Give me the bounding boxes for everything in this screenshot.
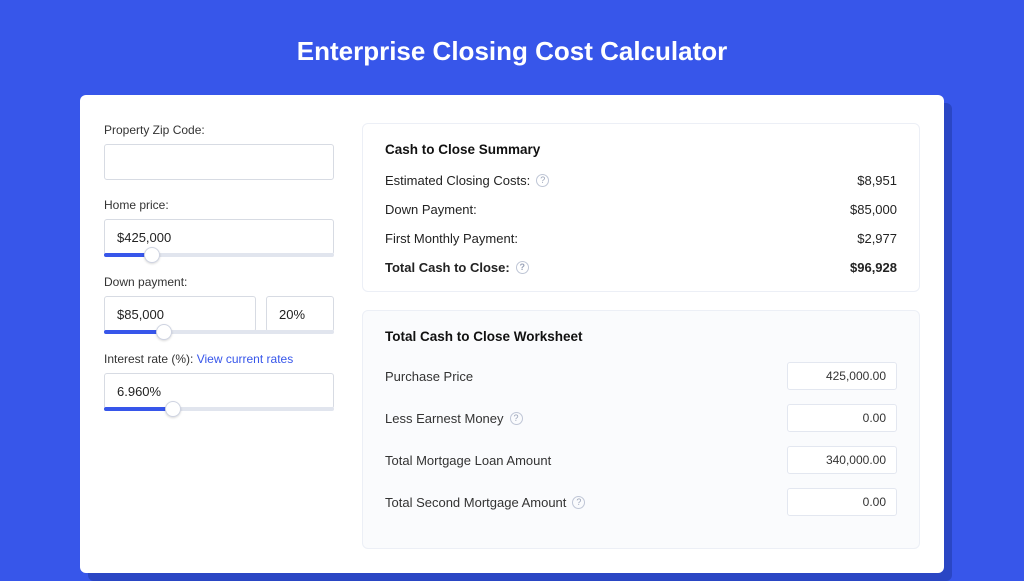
summary-row-first-payment-label-wrap: First Monthly Payment: [385, 231, 518, 246]
down-payment-row [104, 296, 334, 332]
interest-slider-thumb[interactable] [165, 401, 181, 417]
home-price-label: Home price: [104, 198, 334, 212]
inputs-column: Property Zip Code: Home price: Down paym… [104, 123, 334, 549]
calculator-panel: Property Zip Code: Home price: Down paym… [80, 95, 944, 573]
interest-label-row: Interest rate (%): View current rates [104, 352, 334, 366]
summary-row-down-label: Down Payment: [385, 202, 477, 217]
ws-purchase-input[interactable] [787, 362, 897, 390]
down-payment-label: Down payment: [104, 275, 334, 289]
summary-row-down-value: $85,000 [850, 202, 897, 217]
ws-row-earnest-label-wrap: Less Earnest Money ? [385, 411, 523, 426]
ws-row-purchase: Purchase Price [385, 362, 897, 390]
interest-input[interactable] [104, 373, 334, 409]
help-icon[interactable]: ? [516, 261, 529, 274]
summary-row-down-label-wrap: Down Payment: [385, 202, 477, 217]
home-price-input[interactable] [104, 219, 334, 255]
view-rates-link[interactable]: View current rates [197, 352, 294, 366]
summary-row-closing-label: Estimated Closing Costs: [385, 173, 530, 188]
interest-slider[interactable] [104, 407, 334, 411]
summary-row-total-label: Total Cash to Close: [385, 260, 510, 275]
summary-row-total-label-wrap: Total Cash to Close: ? [385, 260, 529, 275]
results-column: Cash to Close Summary Estimated Closing … [362, 123, 920, 549]
home-price-slider-thumb[interactable] [144, 247, 160, 263]
help-icon[interactable]: ? [536, 174, 549, 187]
worksheet-card: Total Cash to Close Worksheet Purchase P… [362, 310, 920, 549]
summary-row-first-payment: First Monthly Payment: $2,977 [385, 231, 897, 246]
ws-row-earnest-label: Less Earnest Money [385, 411, 504, 426]
ws-row-earnest: Less Earnest Money ? [385, 404, 897, 432]
summary-row-closing: Estimated Closing Costs: ? $8,951 [385, 173, 897, 188]
summary-row-down: Down Payment: $85,000 [385, 202, 897, 217]
ws-row-second-mortgage-label: Total Second Mortgage Amount [385, 495, 566, 510]
down-payment-pct-input[interactable] [266, 296, 334, 332]
ws-row-mortgage: Total Mortgage Loan Amount [385, 446, 897, 474]
interest-slider-fill [104, 407, 173, 411]
down-payment-input[interactable] [104, 296, 256, 332]
summary-row-first-payment-value: $2,977 [857, 231, 897, 246]
ws-row-mortgage-label: Total Mortgage Loan Amount [385, 453, 551, 468]
summary-row-first-payment-label: First Monthly Payment: [385, 231, 518, 246]
ws-row-purchase-label-wrap: Purchase Price [385, 369, 473, 384]
down-payment-field-group: Down payment: [104, 275, 334, 334]
ws-mortgage-input[interactable] [787, 446, 897, 474]
summary-row-closing-label-wrap: Estimated Closing Costs: ? [385, 173, 549, 188]
summary-row-closing-value: $8,951 [857, 173, 897, 188]
help-icon[interactable]: ? [510, 412, 523, 425]
page-title: Enterprise Closing Cost Calculator [0, 0, 1024, 95]
ws-row-second-mortgage-label-wrap: Total Second Mortgage Amount ? [385, 495, 585, 510]
summary-row-total: Total Cash to Close: ? $96,928 [385, 260, 897, 275]
summary-title: Cash to Close Summary [385, 142, 897, 157]
zip-field-group: Property Zip Code: [104, 123, 334, 180]
down-payment-slider-thumb[interactable] [156, 324, 172, 340]
calculator-panel-wrap: Property Zip Code: Home price: Down paym… [80, 95, 944, 573]
summary-row-total-value: $96,928 [850, 260, 897, 275]
ws-row-mortgage-label-wrap: Total Mortgage Loan Amount [385, 453, 551, 468]
zip-label: Property Zip Code: [104, 123, 334, 137]
down-payment-slider[interactable] [104, 330, 334, 334]
interest-label: Interest rate (%): [104, 352, 193, 366]
home-price-field-group: Home price: [104, 198, 334, 257]
ws-row-purchase-label: Purchase Price [385, 369, 473, 384]
zip-input[interactable] [104, 144, 334, 180]
summary-card: Cash to Close Summary Estimated Closing … [362, 123, 920, 292]
ws-earnest-input[interactable] [787, 404, 897, 432]
home-price-slider[interactable] [104, 253, 334, 257]
help-icon[interactable]: ? [572, 496, 585, 509]
worksheet-title: Total Cash to Close Worksheet [385, 329, 897, 344]
interest-field-group: Interest rate (%): View current rates [104, 352, 334, 411]
